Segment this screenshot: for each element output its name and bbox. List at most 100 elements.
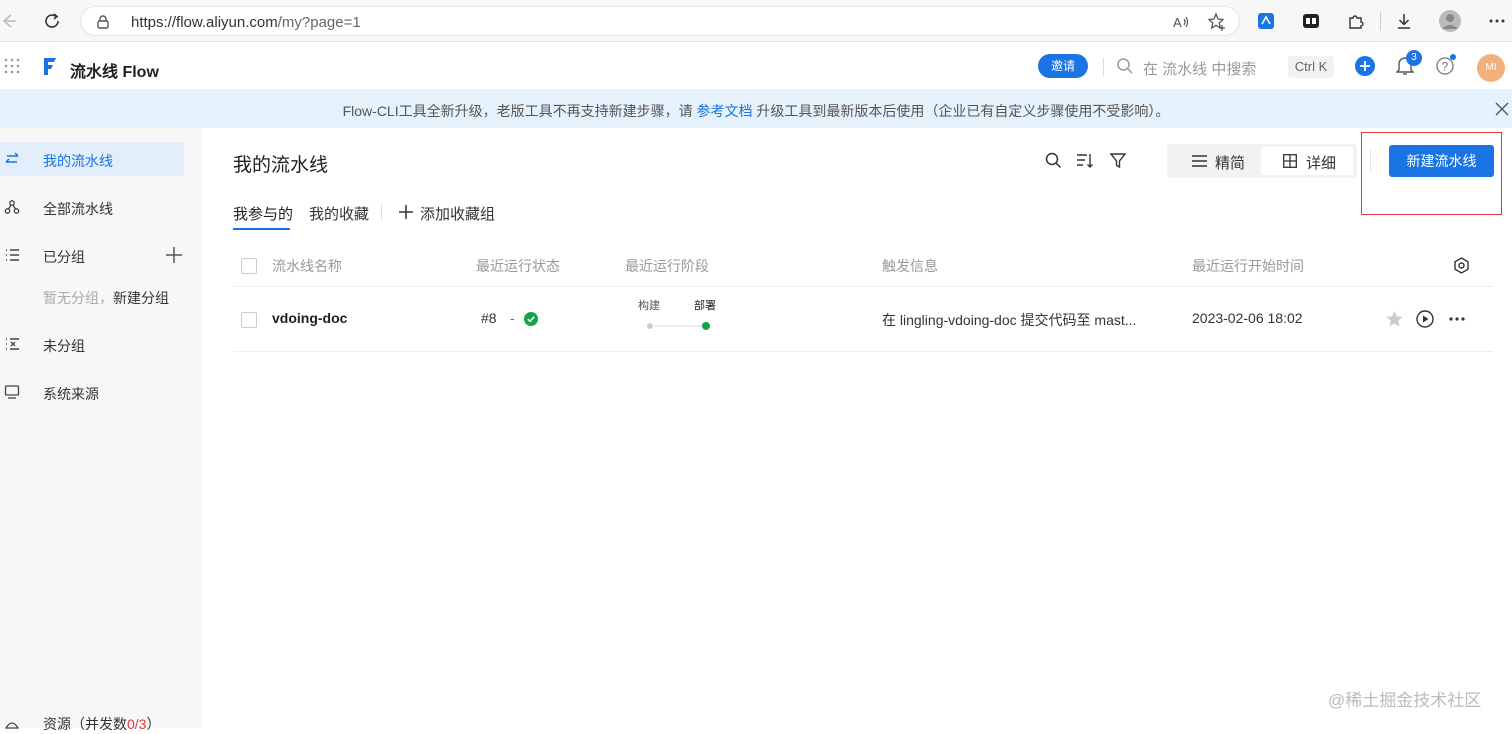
add-group-icon[interactable] (164, 245, 184, 265)
row-divider (233, 351, 1493, 352)
ungrouped-list-icon (4, 336, 20, 352)
empty-group-hint: 暂无分组，新建分组 (43, 288, 169, 308)
profile-icon[interactable] (1438, 9, 1462, 33)
notice-text: Flow-CLI工具全新升级，老版工具不再支持新建步骤，请 参考文档 升级工具到… (0, 101, 1512, 121)
url-host: https://flow.aliyun.com (131, 14, 278, 31)
resources-count: 0/3 (127, 716, 147, 732)
select-all-checkbox[interactable] (241, 258, 257, 274)
extension-blue-icon[interactable] (1254, 9, 1278, 33)
nodes-icon (4, 199, 20, 215)
product-name[interactable]: 流水线 Flow (70, 58, 159, 82)
filter-icon[interactable] (1110, 152, 1126, 169)
stage-progress[interactable] (646, 321, 712, 331)
download-icon[interactable] (1392, 9, 1416, 33)
status-dash: - (510, 310, 515, 326)
search-icon (1116, 57, 1134, 75)
lock-icon[interactable] (91, 10, 115, 34)
sidebar-item-system-source[interactable]: 系统来源 (0, 375, 184, 409)
tab-favorites[interactable]: 我的收藏 (309, 203, 369, 224)
start-time: 2023-02-06 18:02 (1192, 310, 1303, 326)
svg-text:A: A (1173, 15, 1182, 30)
row-checkbox[interactable] (241, 312, 257, 328)
favorite-star-icon[interactable] (1205, 10, 1229, 34)
view-detail-button[interactable]: 详细 (1261, 147, 1353, 175)
resources-close: ） (146, 716, 161, 732)
sidebar: 我的流水线 全部流水线 已分组 暂无分组，新建分组 未分组 系统来源 资源（并发… (0, 128, 202, 732)
stage-build-label: 构建 (638, 300, 660, 312)
app-header: 流水线 Flow 邀请 在 流水线 中搜索 Ctrl K ? (0, 42, 1512, 90)
view-simple-button[interactable]: 精简 (1170, 147, 1260, 175)
sidebar-item-ungrouped[interactable]: 未分组 (0, 327, 184, 361)
help-dot-icon (1450, 54, 1456, 60)
highlight-box (1361, 132, 1502, 215)
watermark: @稀土掘金技术社区 (1328, 691, 1482, 710)
sidebar-item-grouped[interactable]: 已分组 (0, 238, 184, 272)
swap-icon (4, 151, 20, 167)
list-icon (4, 247, 20, 263)
address-bar[interactable]: https://flow.aliyun.com/my?page=1 A (80, 6, 1240, 36)
list-lines-icon (1192, 154, 1207, 168)
toolbar-divider (1380, 12, 1381, 30)
avatar[interactable]: MI (1477, 54, 1505, 82)
active-tab-indicator (233, 228, 290, 230)
notice-text-before: Flow-CLI工具全新升级，老版工具不再支持新建步骤，请 (342, 103, 697, 119)
sidebar-item-label: 我的流水线 (43, 153, 113, 169)
tab-participated[interactable]: 我参与的 (233, 203, 293, 224)
pipeline-name[interactable]: vdoing-doc (272, 310, 347, 326)
refresh-icon[interactable] (40, 9, 64, 33)
notice-bar: Flow-CLI工具全新升级，老版工具不再支持新建步骤，请 参考文档 升级工具到… (0, 90, 1512, 128)
apps-grid-icon[interactable] (4, 58, 20, 74)
sidebar-item-my-pipelines[interactable]: 我的流水线 (0, 142, 184, 176)
svg-text:?: ? (1442, 60, 1449, 74)
notice-doc-link[interactable]: 参考文档 (697, 103, 753, 119)
view-detail-label: 详细 (1306, 155, 1337, 172)
monitor-icon (4, 384, 20, 400)
sidebar-item-label: 未分组 (43, 338, 85, 354)
header-divider (1103, 58, 1104, 76)
extensions-puzzle-icon[interactable] (1344, 9, 1368, 33)
column-header-start-time: 最近运行开始时间 (1192, 258, 1304, 274)
run-play-icon[interactable] (1416, 310, 1434, 328)
url-path: /my?page=1 (277, 14, 361, 31)
flow-logo-icon[interactable] (42, 56, 58, 76)
add-favorite-group-label: 添加收藏组 (420, 206, 496, 223)
column-header-name: 流水线名称 (272, 258, 342, 274)
sort-icon[interactable] (1076, 152, 1094, 169)
search-placeholder: 在 流水线 中搜索 (1143, 61, 1257, 78)
view-simple-label: 精简 (1215, 155, 1246, 172)
column-header-trigger: 触发信息 (882, 258, 938, 274)
back-icon[interactable] (0, 9, 20, 33)
sidebar-item-all-pipelines[interactable]: 全部流水线 (0, 190, 184, 224)
more-menu-icon[interactable] (1485, 9, 1509, 33)
resources-icon (4, 716, 20, 732)
resources-text: 资源（并发数 (43, 716, 127, 732)
invite-button[interactable]: 邀请 (1038, 54, 1088, 78)
star-icon[interactable] (1385, 310, 1404, 328)
new-group-link[interactable]: 新建分组 (113, 290, 169, 306)
trigger-info: 在 lingling-vdoing-doc 提交代码至 mast... (882, 312, 1137, 328)
grid-icon (1283, 154, 1297, 168)
close-icon[interactable] (1494, 101, 1510, 117)
extension-dark-icon[interactable] (1299, 9, 1323, 33)
browser-toolbar: https://flow.aliyun.com/my?page=1 A (0, 0, 1512, 42)
view-toggle: 精简 详细 (1167, 144, 1357, 178)
stage-deploy-label: 部署 (694, 300, 716, 312)
column-header-stage: 最近运行阶段 (625, 258, 709, 274)
notification-badge: 3 (1406, 50, 1422, 66)
notice-text-after: 升级工具到最新版本后使用（企业已有自定义步骤使用不受影响）。 (752, 103, 1170, 119)
column-settings-icon[interactable] (1453, 257, 1470, 274)
empty-group-text: 暂无分组， (43, 290, 113, 306)
row-more-icon[interactable] (1449, 314, 1465, 324)
run-number[interactable]: #8 (481, 310, 497, 326)
sidebar-item-label: 系统来源 (43, 386, 99, 402)
success-check-icon (524, 312, 538, 326)
header-divider (233, 286, 1493, 287)
sidebar-item-label: 已分组 (43, 249, 85, 265)
sidebar-item-label: 全部流水线 (43, 201, 113, 217)
create-plus-icon[interactable] (1355, 56, 1375, 76)
plus-icon (398, 204, 414, 220)
shortcut-hint: Ctrl K (1288, 56, 1334, 78)
search-icon[interactable] (1045, 152, 1062, 169)
read-aloud-icon[interactable]: A (1169, 10, 1193, 34)
page-title: 我的流水线 (233, 155, 329, 176)
